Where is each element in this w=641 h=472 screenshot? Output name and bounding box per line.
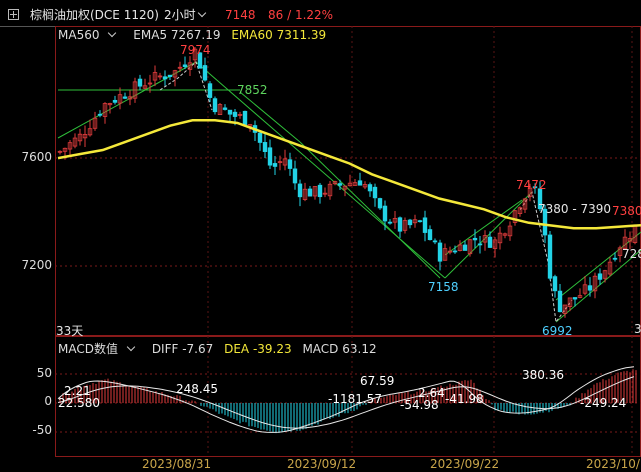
candle-body xyxy=(397,217,403,232)
candle-body xyxy=(377,198,383,209)
level-label: 7852 xyxy=(237,83,268,97)
candle-body xyxy=(452,250,458,253)
low-label-1: 7158 xyxy=(428,280,459,294)
candle-body xyxy=(232,111,238,117)
macd-note-h: -41.98 xyxy=(445,392,484,406)
candle-body xyxy=(227,109,233,115)
candle-body xyxy=(357,180,363,186)
candle-body xyxy=(572,297,578,300)
candle-body xyxy=(202,65,208,81)
candle-body xyxy=(367,184,373,192)
date-tick-1: 2023/08/31 xyxy=(142,457,212,471)
macd-note-g: -54.98 xyxy=(400,398,439,412)
macd-note-e: -1181.57 xyxy=(328,392,382,406)
macd-note-b: 22.580 xyxy=(58,396,100,410)
macd-tick-50: 50 xyxy=(36,366,52,380)
candle-body xyxy=(557,290,563,313)
candle-body xyxy=(262,142,268,152)
candle-body xyxy=(382,205,388,222)
candle-body xyxy=(267,147,273,166)
high-label: 7974 xyxy=(180,43,211,57)
macd-note-k: 3 xyxy=(634,322,641,336)
range-label: 7380 - 7390 xyxy=(538,202,612,216)
candle-body xyxy=(272,163,278,167)
candle-body xyxy=(612,257,618,260)
right-level-label: 7380 xyxy=(612,204,641,218)
candle-body xyxy=(222,107,228,110)
candle-body xyxy=(487,236,493,248)
macd-tick-neg50: -50 xyxy=(32,423,52,437)
peak-label: 7472 xyxy=(516,178,547,192)
candlesticks xyxy=(57,46,638,318)
candle-body xyxy=(97,113,103,116)
candle-body xyxy=(212,98,218,113)
candle-body xyxy=(587,285,593,291)
days-label: 33天 xyxy=(56,324,84,338)
candle-body xyxy=(437,242,443,262)
candle-body xyxy=(317,184,323,198)
candle-body xyxy=(472,237,478,241)
candle-body xyxy=(547,234,553,279)
trend-line-up-4 xyxy=(555,231,641,301)
candle-body xyxy=(162,76,168,80)
date-tick-2: 2023/09/12 xyxy=(287,457,357,471)
candle-body xyxy=(597,273,603,280)
candle-body xyxy=(112,99,118,103)
macd-note-d: 67.59 xyxy=(360,374,395,388)
candle-body xyxy=(182,64,188,68)
candle-body xyxy=(242,110,248,125)
macd-note-j: -249.24 xyxy=(580,396,627,410)
candle-body xyxy=(462,244,468,251)
candle-body xyxy=(552,276,558,292)
candle-body xyxy=(387,221,393,224)
candle-body xyxy=(307,188,313,197)
trend-line-up xyxy=(444,191,533,279)
date-tick-3: 2023/09/22 xyxy=(430,457,500,471)
candle-body xyxy=(122,96,128,99)
candle-body xyxy=(372,186,378,199)
price-tick-7600: 7600 xyxy=(21,150,52,164)
candle-body xyxy=(432,240,438,243)
candle-body xyxy=(287,159,293,169)
candle-body xyxy=(337,183,343,186)
candle-body xyxy=(297,183,303,198)
macd-note-c: 248.45 xyxy=(176,382,218,396)
candle-body xyxy=(137,78,143,87)
macd-note-i: 380.36 xyxy=(522,368,564,382)
candle-body xyxy=(167,74,173,77)
candle-body xyxy=(427,229,433,241)
candle-body xyxy=(417,220,423,223)
low-label-2: 6992 xyxy=(542,324,573,338)
candle-body xyxy=(207,83,213,98)
candle-body xyxy=(407,219,413,226)
macd-tick-0: 0 xyxy=(44,394,52,408)
candle-body xyxy=(477,243,483,246)
trend-line-down xyxy=(195,61,446,279)
right-price-label: 728 xyxy=(622,247,641,261)
date-tick-4: 2023/10/ xyxy=(586,457,640,471)
candle-body xyxy=(422,217,428,233)
price-tick-7200: 7200 xyxy=(21,258,52,272)
candle-body xyxy=(257,132,263,143)
candle-body xyxy=(292,168,298,184)
trend-line-down-3 xyxy=(299,141,441,279)
price-panel-frame xyxy=(55,26,641,336)
